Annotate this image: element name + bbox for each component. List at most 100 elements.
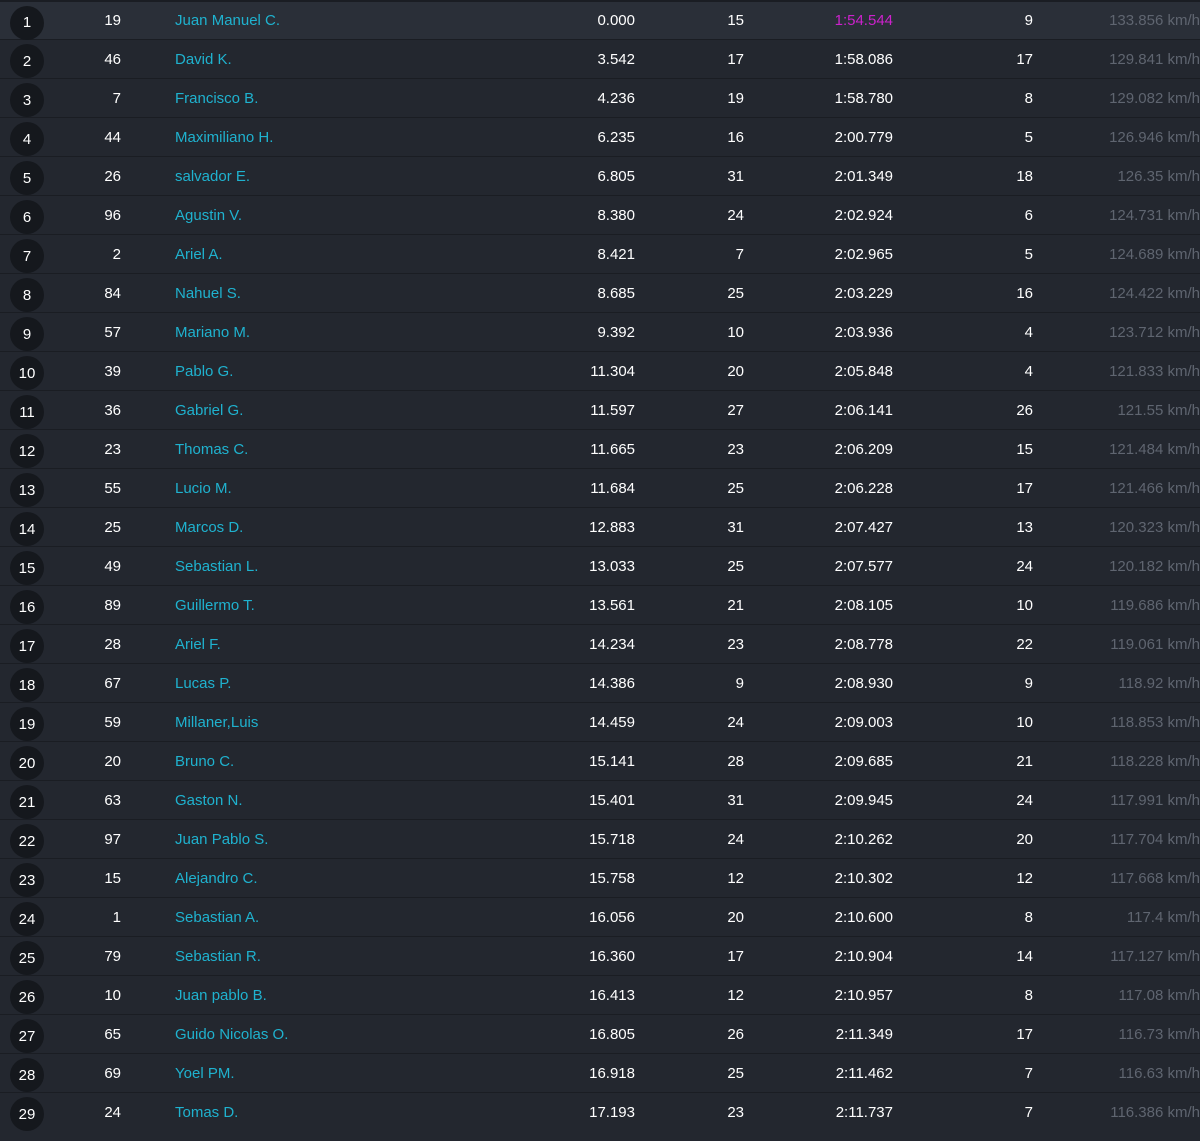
result-row: 11 36 Gabriel G. 11.597 27 2:06.141 26 1…: [0, 391, 1200, 430]
average-speed: 116.73 km/h: [1118, 1025, 1200, 1043]
average-speed: 117.991 km/h: [1110, 791, 1200, 809]
driver-cell: Thomas C.: [175, 430, 475, 468]
result-row: 13 55 Lucio M. 11.684 25 2:06.228 17 121…: [0, 469, 1200, 508]
best-lap-number: 8: [1024, 986, 1033, 1004]
position-cell: 26: [9, 976, 45, 1014]
laps-count: 25: [727, 479, 744, 497]
driver-cell: Marcos D.: [175, 508, 475, 546]
position-cell: 21: [9, 781, 45, 819]
average-speed: 120.182 km/h: [1109, 557, 1200, 575]
laps-count: 31: [727, 791, 744, 809]
laps-count: 12: [727, 986, 744, 1004]
laps-count: 21: [727, 596, 744, 614]
driver-name-link[interactable]: Guillermo T.: [175, 597, 255, 614]
driver-name-link[interactable]: Guido Nicolas O.: [175, 1026, 288, 1043]
driver-name-link[interactable]: salvador E.: [175, 168, 250, 185]
driver-name-link[interactable]: Sebastian L.: [175, 558, 258, 575]
laps-count: 28: [727, 752, 744, 770]
laps-count: 17: [727, 50, 744, 68]
result-row: 2 46 David K. 3.542 17 1:58.086 17 129.8…: [0, 40, 1200, 79]
position-cell: 22: [9, 820, 45, 858]
position-badge: 5: [10, 161, 44, 195]
position-cell: 3: [9, 79, 45, 117]
driver-name-link[interactable]: Tomas D.: [175, 1104, 238, 1121]
result-row: 4 44 Maximiliano H. 6.235 16 2:00.779 5 …: [0, 118, 1200, 157]
driver-cell: Lucio M.: [175, 469, 475, 507]
best-lap-number: 12: [1016, 869, 1033, 887]
result-row: 26 10 Juan pablo B. 16.413 12 2:10.957 8…: [0, 976, 1200, 1015]
driver-name-link[interactable]: Thomas C.: [175, 441, 248, 458]
best-lap-number: 15: [1016, 440, 1033, 458]
average-speed: 124.689 km/h: [1109, 245, 1200, 263]
driver-name-link[interactable]: Pablo G.: [175, 363, 233, 380]
driver-name-link[interactable]: Yoel PM.: [175, 1065, 234, 1082]
gap-to-leader: 15.758: [589, 869, 635, 887]
driver-name-link[interactable]: Lucas P.: [175, 675, 231, 692]
best-lap-time: 2:10.600: [834, 908, 893, 926]
driver-name-link[interactable]: David K.: [175, 51, 232, 68]
average-speed: 120.323 km/h: [1109, 518, 1200, 536]
driver-cell: Francisco B.: [175, 79, 475, 117]
result-row: 21 63 Gaston N. 15.401 31 2:09.945 24 11…: [0, 781, 1200, 820]
driver-name-link[interactable]: Ariel A.: [175, 246, 223, 263]
position-badge: 22: [10, 824, 44, 858]
driver-name-link[interactable]: Juan Pablo S.: [175, 831, 268, 848]
driver-name-link[interactable]: Maximiliano H.: [175, 129, 273, 146]
car-number: 55: [104, 479, 121, 497]
result-row: 12 23 Thomas C. 11.665 23 2:06.209 15 12…: [0, 430, 1200, 469]
driver-name-link[interactable]: Alejandro C.: [175, 870, 258, 887]
position-cell: 20: [9, 742, 45, 780]
driver-name-link[interactable]: Lucio M.: [175, 480, 232, 497]
car-number: 20: [104, 752, 121, 770]
driver-cell: Sebastian R.: [175, 937, 475, 975]
driver-cell: Mariano M.: [175, 313, 475, 351]
driver-name-link[interactable]: Agustin V.: [175, 207, 242, 224]
best-lap-number: 4: [1024, 362, 1033, 380]
laps-count: 23: [727, 1103, 744, 1121]
position-badge: 8: [10, 278, 44, 312]
best-lap-time: 2:09.003: [834, 713, 893, 731]
car-number: 59: [104, 713, 121, 731]
driver-cell: Millaner,Luis: [175, 703, 475, 741]
driver-name-link[interactable]: Juan pablo B.: [175, 987, 267, 1004]
driver-cell: Sebastian A.: [175, 898, 475, 936]
driver-name-link[interactable]: Francisco B.: [175, 90, 258, 107]
laps-count: 16: [727, 128, 744, 146]
best-lap-time: 2:03.229: [834, 284, 893, 302]
driver-name-link[interactable]: Sebastian R.: [175, 948, 261, 965]
gap-to-leader: 15.401: [589, 791, 635, 809]
position-badge: 2: [10, 44, 44, 78]
driver-name-link[interactable]: Ariel F.: [175, 636, 221, 653]
driver-name-link[interactable]: Bruno C.: [175, 753, 234, 770]
best-lap-time: 2:02.965: [834, 245, 893, 263]
driver-cell: David K.: [175, 40, 475, 78]
driver-name-link[interactable]: Gabriel G.: [175, 402, 243, 419]
gap-to-leader: 16.056: [589, 908, 635, 926]
driver-cell: Nahuel S.: [175, 274, 475, 312]
car-number: 19: [104, 12, 121, 29]
position-cell: 23: [9, 859, 45, 897]
best-lap-number: 14: [1016, 947, 1033, 965]
gap-to-leader: 14.234: [589, 635, 635, 653]
result-row: 7 2 Ariel A. 8.421 7 2:02.965 5 124.689 …: [0, 235, 1200, 274]
driver-cell: Bruno C.: [175, 742, 475, 780]
driver-name-link[interactable]: Nahuel S.: [175, 285, 241, 302]
average-speed: 129.841 km/h: [1109, 50, 1200, 68]
driver-cell: Juan Manuel C.: [175, 2, 475, 39]
driver-name-link[interactable]: Millaner,Luis: [175, 714, 258, 731]
driver-name-link[interactable]: Juan Manuel C.: [175, 12, 280, 29]
driver-name-link[interactable]: Marcos D.: [175, 519, 243, 536]
car-number: 7: [112, 89, 121, 107]
driver-name-link[interactable]: Sebastian A.: [175, 909, 259, 926]
car-number: 89: [104, 596, 121, 614]
best-lap-number: 10: [1016, 713, 1033, 731]
driver-name-link[interactable]: Mariano M.: [175, 324, 250, 341]
best-lap-time: 2:10.262: [834, 830, 893, 848]
position-badge: 27: [10, 1019, 44, 1053]
result-row: 16 89 Guillermo T. 13.561 21 2:08.105 10…: [0, 586, 1200, 625]
result-row: 24 1 Sebastian A. 16.056 20 2:10.600 8 1…: [0, 898, 1200, 937]
driver-name-link[interactable]: Gaston N.: [175, 792, 243, 809]
laps-count: 25: [727, 557, 744, 575]
position-cell: 10: [9, 352, 45, 390]
position-cell: 28: [9, 1054, 45, 1092]
